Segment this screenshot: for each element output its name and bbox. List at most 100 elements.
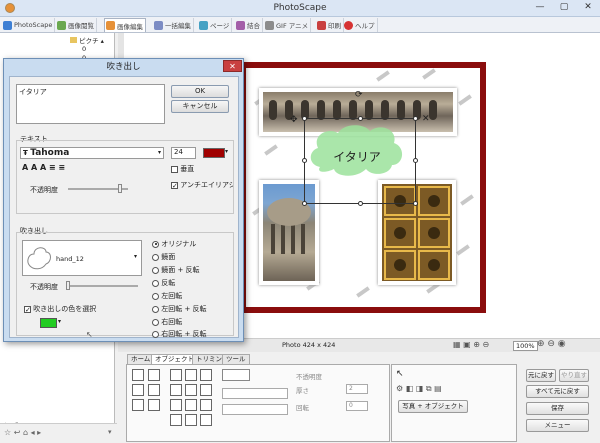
bubble-select[interactable]: hand_12 ▾ [22,240,142,276]
resize-handle[interactable] [413,158,418,163]
close-button[interactable]: ✕ [576,1,600,14]
slider-knob[interactable] [118,184,122,193]
tab-editor[interactable]: 画像編集 [104,18,146,32]
resize-handle[interactable] [358,116,363,121]
move-icon[interactable]: ✥ [290,115,298,125]
radio[interactable] [152,305,159,313]
star2-icon[interactable] [200,414,212,426]
tab-help[interactable]: ヘルプ [343,18,378,32]
orientation-right[interactable]: 右回転 [152,317,182,327]
redo-button[interactable]: やり直す [559,369,589,382]
zoom-icons[interactable]: ⊕ ⊖ ◉ [537,339,566,349]
resize-handle[interactable] [302,158,307,163]
text-style-icons[interactable]: A A A ≡ ≡ [22,163,65,172]
text-tool-icon[interactable] [148,384,160,396]
text-input[interactable]: イタリア [16,84,165,124]
radio[interactable] [152,292,159,300]
bubble-color-swatch[interactable] [40,318,57,328]
radio[interactable] [152,240,159,248]
resize-handle[interactable] [302,201,307,206]
tab-print[interactable]: 印刷 [316,18,344,32]
menu-button[interactable]: メニュー [526,419,589,432]
select-arrow-icon[interactable]: ↖ [396,369,404,379]
orientation-mirror[interactable]: 鏡面 [152,252,175,262]
quote-icon[interactable] [148,399,160,411]
orientation-original[interactable]: オリジナル [152,239,196,249]
circle2-icon[interactable] [185,414,197,426]
undo-button[interactable]: 元に戻す [526,369,556,382]
rectangle-icon[interactable] [200,369,212,381]
font-select[interactable]: Ŧ Tahoma ▾ [20,147,164,159]
tree-node[interactable]: ピクチ ▴ [70,35,104,45]
tab-photoscape[interactable]: PhotoScape [2,18,56,32]
font-size-select[interactable]: 24 [171,147,196,159]
use-color-checkbox[interactable]: ✓ 吹き出しの色を選択 [24,304,96,314]
antialias-checkbox[interactable]: ✓ アンチエイリアシング [171,180,233,190]
vertical-checkbox[interactable]: 垂直 [171,164,194,174]
pen-icon[interactable] [170,369,182,381]
color-picker[interactable] [222,369,250,381]
undo-all-button[interactable]: すべて元に戻す [526,385,589,398]
minimize-button[interactable]: — [528,1,552,14]
radio[interactable] [152,330,159,338]
chevron-down-icon[interactable]: ▾ [225,148,228,155]
style-dropdown[interactable] [222,388,288,399]
checkbox[interactable] [171,165,178,173]
rotation-input[interactable]: 0 [346,401,368,411]
tab-tools[interactable]: ツール [222,354,250,364]
pentagon-icon[interactable] [200,384,212,396]
tab-page[interactable]: ページ [198,18,233,32]
radio[interactable] [152,279,159,287]
rotate-handle-icon[interactable]: ⟳ [355,90,363,100]
tree-item[interactable]: 0 [82,45,86,53]
resize-handle[interactable] [413,116,418,121]
checkbox-checked[interactable]: ✓ [171,181,178,189]
star-icon[interactable] [170,399,182,411]
orientation-mirror-flip[interactable]: 鏡面 + 反転 [152,265,200,275]
checkbox-checked[interactable]: ✓ [24,305,31,313]
delete-icon[interactable]: ✕ [422,114,430,124]
object-actions-icons[interactable]: ⚙ ◧ ◨ ⧉ ▤ [396,384,442,394]
tab-combine[interactable]: 結合 [235,18,263,32]
cancel-button[interactable]: キャンセル [171,100,229,113]
resize-handle[interactable] [358,201,363,206]
nav-icons[interactable]: ☆ ↩ ⌂ ◂ ▸ [4,428,41,437]
tab-gif[interactable]: GIF アニメ [264,18,312,32]
bubble-text-icon[interactable] [132,399,144,411]
rect2-icon[interactable] [170,414,182,426]
slider-knob[interactable] [66,281,70,290]
orientation-right-flip[interactable]: 右回転 + 反転 [152,329,207,339]
zoom-level[interactable]: 100% [513,341,538,351]
photo-object-button[interactable]: 写真 + オブジェクト [398,400,468,413]
line-icon[interactable] [185,369,197,381]
thickness-input[interactable]: 2 [346,384,368,394]
text-color-swatch[interactable] [203,148,225,158]
scroll-down-icon[interactable]: ▾ [108,428,112,436]
resize-handle[interactable] [413,201,418,206]
style-dropdown-2[interactable] [222,404,288,415]
icon-tool-icon[interactable] [148,369,160,381]
resize-handle[interactable] [302,116,307,121]
dialog-close-button[interactable]: ✕ [223,60,242,72]
radio[interactable] [152,318,159,326]
polygon-icon[interactable] [185,399,197,411]
bubble-opacity-slider[interactable] [68,285,138,287]
selection-box[interactable] [304,118,416,204]
tab-batch[interactable]: 一括編集 [153,18,194,32]
radio[interactable] [152,253,159,261]
rounded-rect-icon[interactable] [170,384,182,396]
view-icons[interactable]: ▦ ▣ ⊕ ⊖ [453,340,489,349]
shape-icon[interactable] [200,399,212,411]
tab-object[interactable]: オブジェクト [151,354,198,364]
save-button[interactable]: 保存 [526,402,589,415]
orientation-left[interactable]: 左回転 [152,291,182,301]
chevron-down-icon[interactable]: ▾ [58,318,61,325]
image-tool-icon[interactable] [132,369,144,381]
tab-viewer[interactable]: 画像閲覧 [56,18,97,32]
bubble-tool-icon[interactable] [132,384,144,396]
orientation-flip[interactable]: 反転 [152,278,175,288]
radio[interactable] [152,266,159,274]
maximize-button[interactable]: ▢ [552,1,576,14]
ellipse-icon[interactable] [185,384,197,396]
orientation-left-flip[interactable]: 左回転 + 反転 [152,304,207,314]
